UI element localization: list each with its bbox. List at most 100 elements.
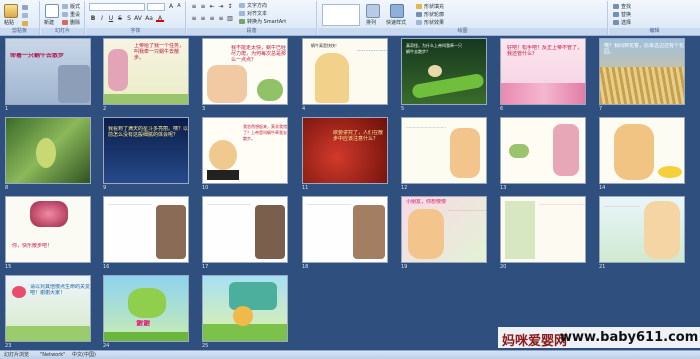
replace-button[interactable]: 替换 bbox=[613, 12, 631, 18]
shape-outline-button[interactable]: 形状轮廓 bbox=[416, 12, 444, 18]
numbering-button[interactable]: ≡ bbox=[199, 3, 207, 10]
convert-smartart-button[interactable]: 转换为 SmartArt bbox=[239, 19, 286, 25]
delete-button[interactable]: 删除 bbox=[62, 20, 80, 26]
slide-side-text: …………………………………………………………………… bbox=[539, 202, 585, 206]
align-right-button[interactable]: ≡ bbox=[208, 15, 216, 22]
reset-button[interactable]: 重设 bbox=[62, 12, 80, 18]
slide-thumb[interactable]: ………………………………………………… bbox=[401, 117, 487, 184]
quick-styles-button[interactable]: 快速样式 bbox=[386, 20, 406, 26]
replace-label: 替换 bbox=[621, 12, 632, 18]
slide-image bbox=[353, 205, 385, 259]
slide-text: 我不能走太快，蜗牛已经尽力爬，为何每次总是那么一点点？ bbox=[231, 45, 287, 63]
columns-button[interactable]: ▥ bbox=[226, 15, 234, 22]
shrink-font-button[interactable]: A bbox=[175, 3, 183, 10]
paste-icon[interactable] bbox=[4, 4, 18, 18]
slide-image bbox=[428, 65, 442, 77]
quick-styles-icon[interactable] bbox=[390, 4, 404, 18]
slide-image bbox=[233, 306, 253, 326]
slide-image bbox=[207, 170, 239, 180]
grow-font-button[interactable]: A bbox=[167, 3, 175, 10]
increase-indent-button[interactable]: ⇥ bbox=[217, 3, 225, 10]
text-direction-icon bbox=[239, 3, 245, 8]
slide-thumb[interactable] bbox=[500, 117, 586, 184]
slide-thumb[interactable]: …………………………………………………………………………………… bbox=[302, 196, 388, 263]
format-painter-button[interactable] bbox=[22, 21, 30, 27]
slide-number: 1 bbox=[5, 106, 9, 112]
slide-thumb[interactable]: …………………………………………………………………………………… bbox=[103, 196, 189, 263]
slide-thumb[interactable]: 我看到了满天的星斗多亮丽。咦？以前怎么没有这般细腻的体会呢？ bbox=[103, 117, 189, 184]
copy-button[interactable] bbox=[22, 13, 30, 19]
slide-image bbox=[644, 201, 680, 259]
change-case-button[interactable]: Aa bbox=[145, 15, 153, 22]
align-text-button[interactable]: 对齐文本 bbox=[239, 11, 267, 17]
slide-image bbox=[658, 166, 682, 178]
shape-fill-button[interactable]: 形状填充 bbox=[416, 4, 444, 10]
find-label: 查找 bbox=[621, 4, 632, 10]
arrange-icon[interactable] bbox=[366, 4, 380, 18]
slide-thumb[interactable]: 好吧！松手吧！反正上帝不管了，我还管什么？ bbox=[500, 38, 586, 105]
align-left-button[interactable]: ≡ bbox=[190, 15, 198, 22]
clipboard-group-label: 剪贴板 bbox=[0, 28, 39, 35]
shapes-gallery[interactable] bbox=[322, 4, 360, 26]
slide-number: 25 bbox=[202, 343, 209, 349]
status-bar: 幻灯片浏览 "Network" 中文(中国) bbox=[0, 350, 700, 359]
shadow-button[interactable]: S bbox=[125, 15, 133, 22]
slide-thumb[interactable]: ……………………………… bbox=[599, 196, 685, 263]
underline-button[interactable]: U bbox=[107, 15, 115, 22]
shape-outline-label: 形状轮廓 bbox=[424, 12, 445, 18]
layout-label: 版式 bbox=[70, 4, 81, 10]
cut-button[interactable] bbox=[22, 5, 30, 11]
slide-image bbox=[255, 205, 285, 259]
drawing-group: 排列 快速样式 形状填充 形状轮廓 形状效果 绘图 bbox=[318, 1, 608, 35]
shape-effects-button[interactable]: 形状效果 bbox=[416, 20, 444, 26]
bullets-button[interactable]: ≡ bbox=[190, 3, 198, 10]
arrange-button[interactable]: 排列 bbox=[366, 20, 376, 26]
slide-thumb[interactable] bbox=[202, 275, 288, 342]
slide-thumb[interactable]: …………………………………………………………………………………… bbox=[202, 196, 288, 263]
slide-sorter[interactable]: 命着一只蜗牛去散步 1 上帝给了我一个任务，叫我牵一只蜗牛去散步。 2 我不能走… bbox=[0, 36, 700, 350]
slide-thumb[interactable]: 上帝给了我一个任务，叫我牵一只蜗牛去散步。 bbox=[103, 38, 189, 105]
slide-thumb[interactable]: 欲要讲究了，人们在散步中应该注意什么？ bbox=[302, 117, 388, 184]
reset-label: 重设 bbox=[70, 12, 81, 18]
slide-thumb[interactable]: …………………………………………………………………… bbox=[500, 196, 586, 263]
strikethrough-button[interactable]: S bbox=[116, 15, 124, 22]
bold-button[interactable]: B bbox=[89, 15, 97, 22]
align-center-button[interactable]: ≡ bbox=[199, 15, 207, 22]
line-spacing-button[interactable]: ↕ bbox=[226, 3, 234, 10]
slide-number: 3 bbox=[202, 106, 206, 112]
new-slide-icon[interactable] bbox=[45, 4, 59, 18]
slide-text: 咦？我闻到花香，原来这边还有个花园。 bbox=[604, 43, 684, 55]
slide-thumb[interactable]: 请以对其他慢点生命的关爱吧！谢谢大家！ bbox=[5, 275, 91, 342]
layout-button[interactable]: 版式 bbox=[62, 4, 80, 10]
new-slide-button[interactable]: 新建 bbox=[44, 20, 54, 26]
slide-thumb[interactable]: 咦？我闻到花香，原来这边还有个花园。 bbox=[599, 38, 685, 105]
slide-thumb[interactable]: 我忽然想起来，莫非我错了？上帝是叫蜗牛牵我去散步。 bbox=[202, 117, 288, 184]
select-button[interactable]: 选择 bbox=[613, 20, 631, 26]
slide-thumb[interactable] bbox=[599, 117, 685, 184]
slide-text: 请以对其他慢点生命的关爱吧！谢谢大家！ bbox=[30, 284, 90, 296]
slide-image bbox=[600, 67, 684, 104]
italic-button[interactable]: I bbox=[98, 15, 106, 22]
slide-thumb[interactable]: 我不能走太快，蜗牛已经尽力爬，为何每次总是那么一点点？ bbox=[202, 38, 288, 105]
font-name-box[interactable] bbox=[89, 3, 145, 11]
slide-thumb[interactable] bbox=[5, 117, 91, 184]
font-color-button[interactable]: A bbox=[156, 15, 164, 22]
slide-text: 我忽然想起来，莫非我错了？上帝是叫蜗牛牵我去散步。 bbox=[243, 124, 287, 141]
slide-thumb[interactable]: 真奇怪，为什么上帝叫我牵一只蜗牛去散步？ bbox=[401, 38, 487, 105]
font-size-box[interactable] bbox=[147, 3, 165, 11]
text-direction-button[interactable]: 文字方向 bbox=[239, 3, 267, 9]
justify-button[interactable]: ≡ bbox=[217, 15, 225, 22]
decrease-indent-button[interactable]: ⇤ bbox=[208, 3, 216, 10]
paste-button[interactable]: 粘贴 bbox=[4, 20, 14, 26]
find-button[interactable]: 查找 bbox=[613, 4, 631, 10]
slide-thumb[interactable]: 谢谢 bbox=[103, 275, 189, 342]
char-spacing-button[interactable]: AV bbox=[134, 15, 142, 22]
status-view: 幻灯片浏览 bbox=[4, 352, 30, 358]
slide-thumb[interactable]: 小朋友，你想慢慢 ……………………………………………… bbox=[401, 196, 487, 263]
slide-thumb[interactable]: 你，快乐散步吧！ bbox=[5, 196, 91, 263]
slide-thumb[interactable]: 蜗牛真是快快！ ……………… bbox=[302, 38, 388, 105]
slide-text: 谢谢 bbox=[136, 320, 150, 326]
slide-thumb[interactable]: 命着一只蜗牛去散步 bbox=[5, 38, 91, 105]
smartart-icon bbox=[239, 19, 245, 24]
copy-icon bbox=[22, 13, 28, 18]
